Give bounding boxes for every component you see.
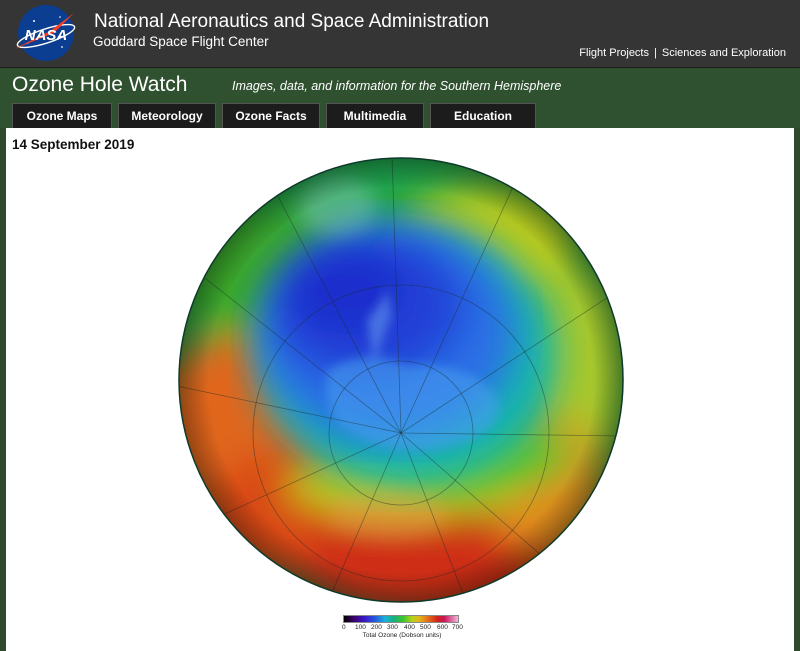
link-flight-projects[interactable]: Flight Projects [579, 47, 649, 59]
content-panel: 14 September 2019 0 100 200 300 400 500 … [6, 128, 794, 651]
site-title[interactable]: Ozone Hole Watch [12, 73, 187, 97]
nasa-header: NASA National Aeronautics and Space Admi… [0, 0, 800, 68]
agency-title[interactable]: National Aeronautics and Space Administr… [94, 11, 489, 33]
main-nav: Ozone Maps Meteorology Ozone Facts Multi… [12, 103, 542, 128]
tab-multimedia[interactable]: Multimedia [326, 103, 424, 128]
nasa-logo-text: NASA [25, 27, 68, 44]
top-links: Flight Projects | Sciences and Exploration [579, 47, 786, 59]
site-tagline: Images, data, and information for the So… [232, 79, 562, 93]
ozone-map-image [178, 157, 624, 603]
legend-tick: 400 [404, 624, 415, 631]
tab-ozone-facts[interactable]: Ozone Facts [222, 103, 320, 128]
legend-tick: 500 [420, 624, 431, 631]
legend-tick: 200 [371, 624, 382, 631]
nasa-logo[interactable]: NASA [10, 3, 82, 63]
ozone-legend: 0 100 200 300 400 500 600 700 Total Ozon… [342, 615, 463, 645]
legend-tick: 700 [452, 624, 463, 631]
legend-tick: 600 [437, 624, 448, 631]
ozone-colorbar [343, 615, 459, 623]
legend-label: Total Ozone (Dobson units) [362, 632, 442, 639]
link-sciences-exploration[interactable]: Sciences and Exploration [662, 47, 786, 59]
map-date: 14 September 2019 [12, 137, 135, 152]
center-title[interactable]: Goddard Space Flight Center [93, 34, 269, 49]
legend-tick: 300 [387, 624, 398, 631]
legend-tick: 0 [342, 624, 346, 631]
tab-meteorology[interactable]: Meteorology [118, 103, 216, 128]
site-band: Ozone Hole Watch Images, data, and infor… [0, 68, 800, 128]
tab-education[interactable]: Education [430, 103, 536, 128]
tab-ozone-maps[interactable]: Ozone Maps [12, 103, 112, 128]
link-separator: | [654, 47, 657, 59]
legend-tick: 100 [355, 624, 366, 631]
